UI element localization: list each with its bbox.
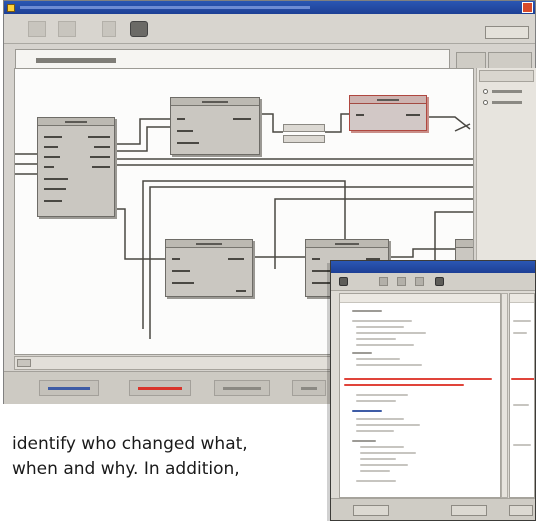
- function-block-d[interactable]: [165, 239, 253, 297]
- print-icon[interactable]: [130, 21, 148, 37]
- scrollbar-thumb[interactable]: [17, 359, 31, 367]
- toolbar-right-button[interactable]: [485, 26, 529, 39]
- wire-b-pill: [259, 113, 283, 133]
- bottom-tab-4[interactable]: [292, 380, 326, 396]
- body-copy-line-2: when and why. In addition,: [12, 459, 240, 479]
- comparison-window: [330, 260, 536, 521]
- compare-icon[interactable]: [435, 277, 444, 286]
- editor-tab-strip: [4, 44, 535, 74]
- tab-inactive-2[interactable]: [488, 52, 532, 68]
- bottom-tab-2[interactable]: [129, 380, 191, 396]
- radio-icon[interactable]: [483, 100, 488, 105]
- comparison-window-title-bar[interactable]: [331, 261, 535, 273]
- diff-removed-line: [344, 384, 464, 386]
- bottom-tab-1[interactable]: [39, 380, 99, 396]
- function-block-e-header: [306, 240, 388, 248]
- body-copy: identify who changed what, when and why.…: [12, 432, 322, 482]
- diff-pane-right-header: [510, 294, 534, 303]
- page: identify who changed what, when and why.…: [0, 0, 536, 521]
- diff-removed-line: [511, 378, 534, 380]
- constant-pill-1[interactable]: [283, 124, 325, 132]
- window-title-placeholder: [20, 6, 310, 9]
- comparison-toolbar-button-3[interactable]: [415, 277, 424, 286]
- bottom-tab-3-label-placeholder: [223, 387, 261, 390]
- constant-pill-2[interactable]: [283, 135, 325, 143]
- comparison-toolbar-button-2[interactable]: [397, 277, 406, 286]
- function-block-b[interactable]: [170, 97, 260, 155]
- diff-pane-right[interactable]: [509, 293, 535, 498]
- bottom-tab-4-label-placeholder: [301, 387, 317, 390]
- side-panel-header[interactable]: [479, 70, 534, 82]
- main-title-bar[interactable]: [4, 1, 535, 14]
- tab-active-label-placeholder: [36, 58, 116, 63]
- tab-inactive-1[interactable]: [456, 52, 486, 68]
- function-block-a[interactable]: [37, 117, 115, 217]
- function-block-c-changed[interactable]: [349, 95, 427, 131]
- radio-icon[interactable]: [483, 89, 488, 94]
- function-block-f-header: [456, 240, 473, 248]
- close-window-button[interactable]: [522, 2, 533, 13]
- function-block-a-header: [38, 118, 114, 126]
- comparison-bottom-bar: [331, 498, 535, 520]
- body-copy-line-1: identify who changed what,: [12, 434, 248, 454]
- side-panel-option-2-label-placeholder: [492, 101, 522, 104]
- comparison-button-2[interactable]: [451, 505, 487, 516]
- side-panel-option-1-label-placeholder: [492, 90, 522, 93]
- comparison-toolbar-button-1[interactable]: [379, 277, 388, 286]
- comparison-button-3[interactable]: [509, 505, 533, 516]
- toolbar-button-1[interactable]: [28, 21, 46, 37]
- diff-pane-left-header: [340, 294, 500, 303]
- function-block-b-header: [171, 98, 259, 106]
- bottom-tab-3[interactable]: [214, 380, 270, 396]
- wire-a-d: [115, 208, 165, 260]
- app-icon: [7, 4, 15, 12]
- diff-added-line: [352, 410, 382, 412]
- wire-a-b-2: [115, 126, 170, 152]
- diff-pane-scrollbar[interactable]: [501, 293, 508, 498]
- print-icon[interactable]: [339, 277, 348, 286]
- comparison-button-1[interactable]: [353, 505, 389, 516]
- toolbar-button-3[interactable]: [102, 21, 116, 37]
- bottom-tab-2-label-placeholder: [138, 387, 182, 390]
- bottom-tab-1-label-placeholder: [48, 387, 90, 390]
- diff-removed-line: [344, 378, 492, 380]
- wire-pill-c: [325, 113, 349, 133]
- toolbar-button-2[interactable]: [58, 21, 76, 37]
- toolbar: [4, 14, 535, 44]
- diff-pane-left[interactable]: [339, 293, 501, 498]
- wire-a-b-1: [115, 118, 170, 145]
- comparison-toolbar: [331, 273, 535, 291]
- function-block-d-header: [166, 240, 252, 248]
- function-block-c-header: [350, 96, 426, 104]
